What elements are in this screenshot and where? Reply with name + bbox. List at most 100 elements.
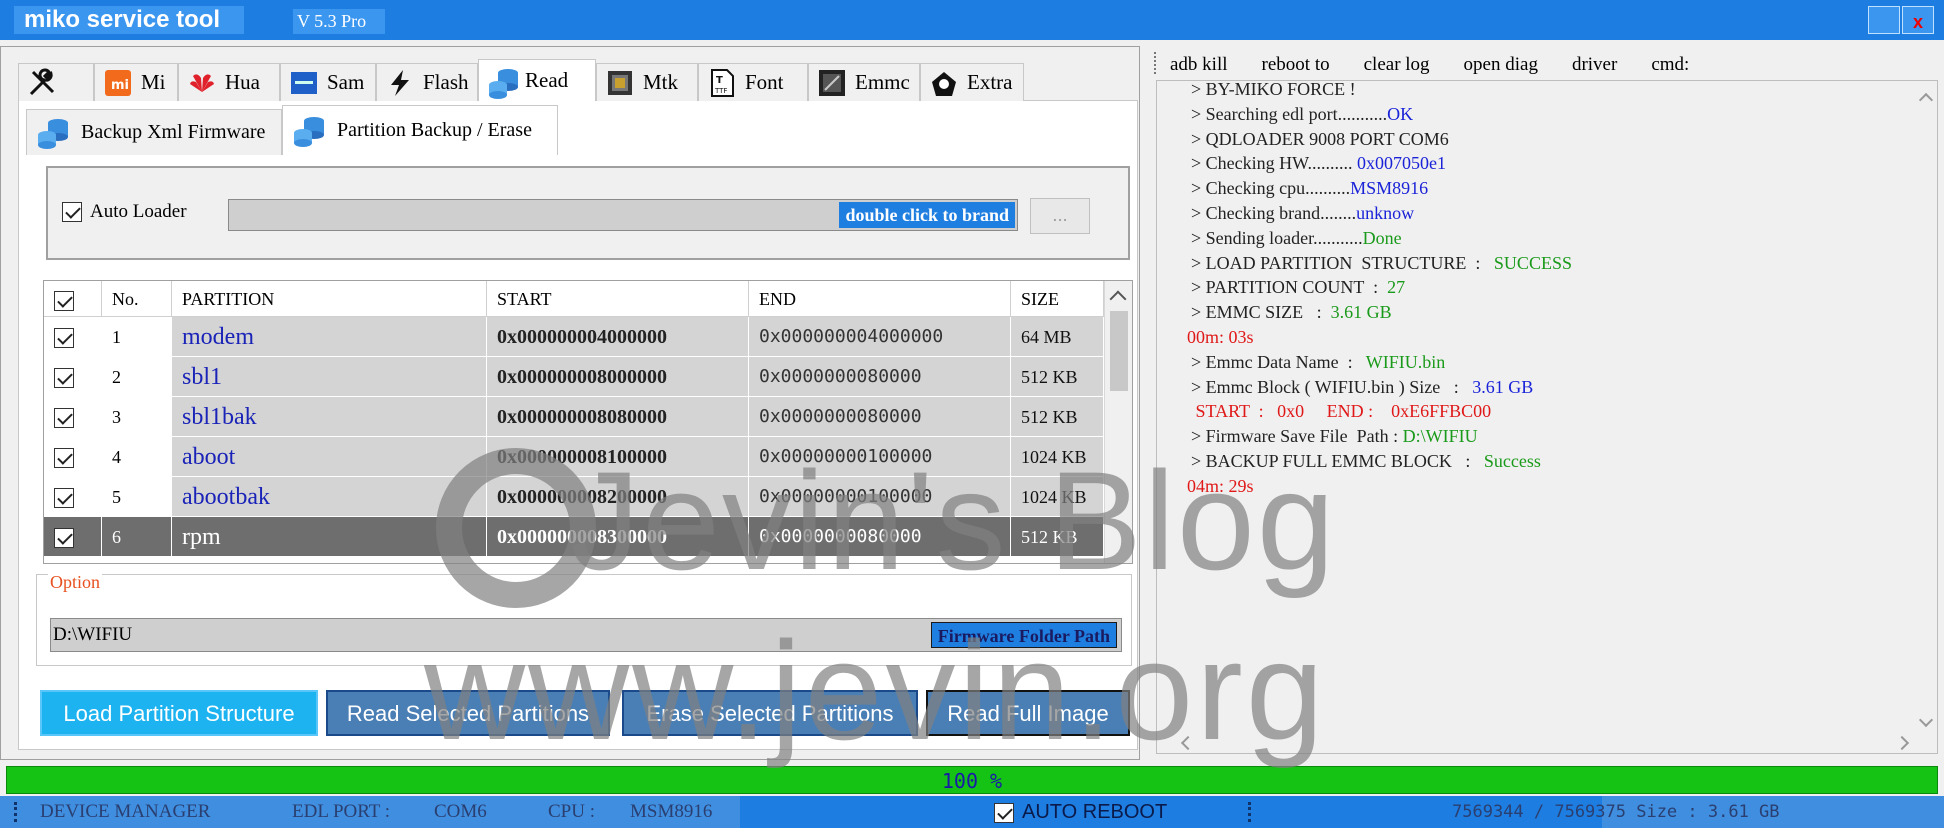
load-partition-structure-button[interactable]: Load Partition Structure [40,690,318,736]
tab-mtk[interactable]: Mtk [596,63,698,101]
scroll-thumb[interactable] [1110,311,1128,391]
log-line: > Checking HW.......... 0x007050e1 [1191,153,1446,174]
block-count: 7569344 / 7569375 Size : 3.61 GB [1452,802,1780,822]
auto-loader-checkbox[interactable] [62,201,82,222]
auto-reboot-option[interactable]: AUTO REBOOT [994,800,1167,824]
svg-text:mi: mi [111,78,129,93]
log-line: > Emmc Block ( WIFIU.bin ) Size : 3.61 G… [1191,377,1533,398]
tab-label: Emmc [855,70,910,94]
scroll-up-icon[interactable] [1109,290,1127,308]
title-bar: miko service tool V 5.3 Pro x [0,0,1944,40]
log-segment: OK [1387,103,1414,124]
firmware-path-field[interactable]: D:\WIFIU Firmware Folder Path [50,618,1122,652]
status-grip [1248,802,1252,822]
tab-font[interactable]: T TTF Font [698,63,808,101]
header-start[interactable]: START [487,281,749,316]
clear-log-button[interactable]: clear log [1364,52,1430,78]
table-row[interactable]: 4 aboot 0x000000008100000 0x00000000100000 1… [44,437,1104,477]
adb-kill-button[interactable]: adb kill [1170,52,1228,78]
header-size[interactable]: SIZE [1011,281,1104,316]
row-end: 0x00000000100000 [749,477,1011,516]
huawei-icon [187,68,217,98]
row-checkbox-cell [44,437,102,476]
erase-selected-partitions-button[interactable]: Erase Selected Partitions [622,690,918,736]
brand-button[interactable]: double click to brand [839,202,1015,228]
row-size: 512 KB [1011,357,1104,396]
log-line: 00m: 03s [1187,327,1254,348]
log-vertical-scrollbar[interactable] [1915,81,1937,731]
header-no[interactable]: No. [102,281,172,316]
cmd-button[interactable]: cmd: [1651,52,1689,78]
font-file-icon: T TTF [707,68,737,98]
reboot-to-button[interactable]: reboot to [1262,52,1330,78]
log-line: > Checking brand........unknow [1191,203,1414,224]
tab-label: Hua [225,70,260,94]
edl-port-label: EDL PORT : [292,801,391,822]
sub-tabs: Backup Xml Firmware Partition Backup / E… [26,105,558,155]
tab-flash[interactable]: Flash [376,63,478,101]
open-diag-button[interactable]: open diag [1464,52,1538,78]
log-horizontal-scrollbar[interactable] [1157,731,1917,753]
row-checkbox[interactable] [54,447,74,468]
scroll-down-icon[interactable] [1918,712,1934,728]
log-segment: 27 [1387,277,1406,298]
extra-icon [929,68,959,98]
header-end[interactable]: END [749,281,1011,316]
header-select-all[interactable] [44,281,102,316]
row-checkbox[interactable] [54,407,74,428]
row-partition: sbl1bak [172,397,487,436]
edl-port-value: COM6 [434,801,487,822]
tab-label: Font [745,70,784,94]
table-row[interactable]: 3 sbl1bak 0x000000008080000 0x0000000080000… [44,397,1104,437]
tab-samsung[interactable]: Sam [280,63,376,101]
table-scrollbar[interactable] [1104,281,1132,563]
auto-reboot-label: AUTO REBOOT [1022,801,1168,823]
log-segment: > BY-MIKO FORCE ! [1191,79,1356,99]
scroll-right-icon[interactable] [1894,735,1910,751]
log-segment: 0x007050e1 [1356,153,1446,174]
auto-reboot-checkbox[interactable] [994,802,1014,823]
scroll-up-icon[interactable] [1918,92,1934,108]
read-selected-partitions-button[interactable]: Read Selected Partitions [326,690,610,736]
svg-text:T: T [716,75,723,86]
log-line: 04m: 29s [1187,476,1254,497]
driver-button[interactable]: driver [1572,52,1617,78]
row-end: 0x0000000080000 [749,517,1011,556]
device-manager-label[interactable]: DEVICE MANAGER [40,801,210,823]
loader-field[interactable]: double click to brand [228,199,1018,231]
tab-extra[interactable]: Extra [920,63,1024,101]
browse-loader-button[interactable]: ... [1030,198,1090,234]
row-partition: sbl1 [172,357,487,396]
close-button[interactable]: x [1902,6,1934,34]
cpu-label: CPU : [548,801,595,822]
table-row[interactable]: 2 sbl1 0x000000008000000 0x0000000080000 512… [44,357,1104,397]
header-partition[interactable]: PARTITION [172,281,487,316]
tab-emmc[interactable]: Emmc [808,63,920,101]
log-segment: > EMMC SIZE : [1191,302,1331,323]
tab-tools[interactable] [18,63,94,101]
progress-bar: 100 % [6,766,1938,794]
table-row[interactable]: 1 modem 0x000000004000000 0x000000004000000… [44,317,1104,357]
subtab-backup-xml[interactable]: Backup Xml Firmware [26,109,282,155]
log-line: > Emmc Data Name : WIFIU.bin [1191,352,1445,373]
read-full-image-button[interactable]: Read Full Image [926,690,1130,736]
log-panel[interactable]: > BY-MIKO FORCE ! > Searching edl port...… [1156,79,1938,754]
firmware-folder-button[interactable]: Firmware Folder Path [930,622,1117,648]
tab-huawei[interactable]: Hua [178,63,280,101]
log-segment: D:\WIFIU [1402,426,1478,447]
row-checkbox[interactable] [54,327,74,348]
auto-loader-option[interactable]: Auto Loader [62,200,187,223]
row-checkbox[interactable] [54,367,74,388]
tab-read[interactable]: Read [478,59,596,101]
select-all-checkbox[interactable] [54,290,74,311]
subtab-partition-backup[interactable]: Partition Backup / Erase [282,105,558,155]
log-segment: > Emmc Data Name : [1191,351,1366,372]
log-segment: > Checking HW.......... [1191,153,1357,174]
log-segment: > Emmc Block ( WIFIU.bin ) Size : [1191,376,1473,397]
tab-mi[interactable]: mi Mi [94,63,178,101]
scroll-left-icon[interactable] [1180,735,1196,751]
minimize-button[interactable] [1868,6,1900,34]
tab-label: Mtk [643,70,679,94]
row-checkbox[interactable] [54,527,74,548]
row-checkbox[interactable] [54,487,74,508]
